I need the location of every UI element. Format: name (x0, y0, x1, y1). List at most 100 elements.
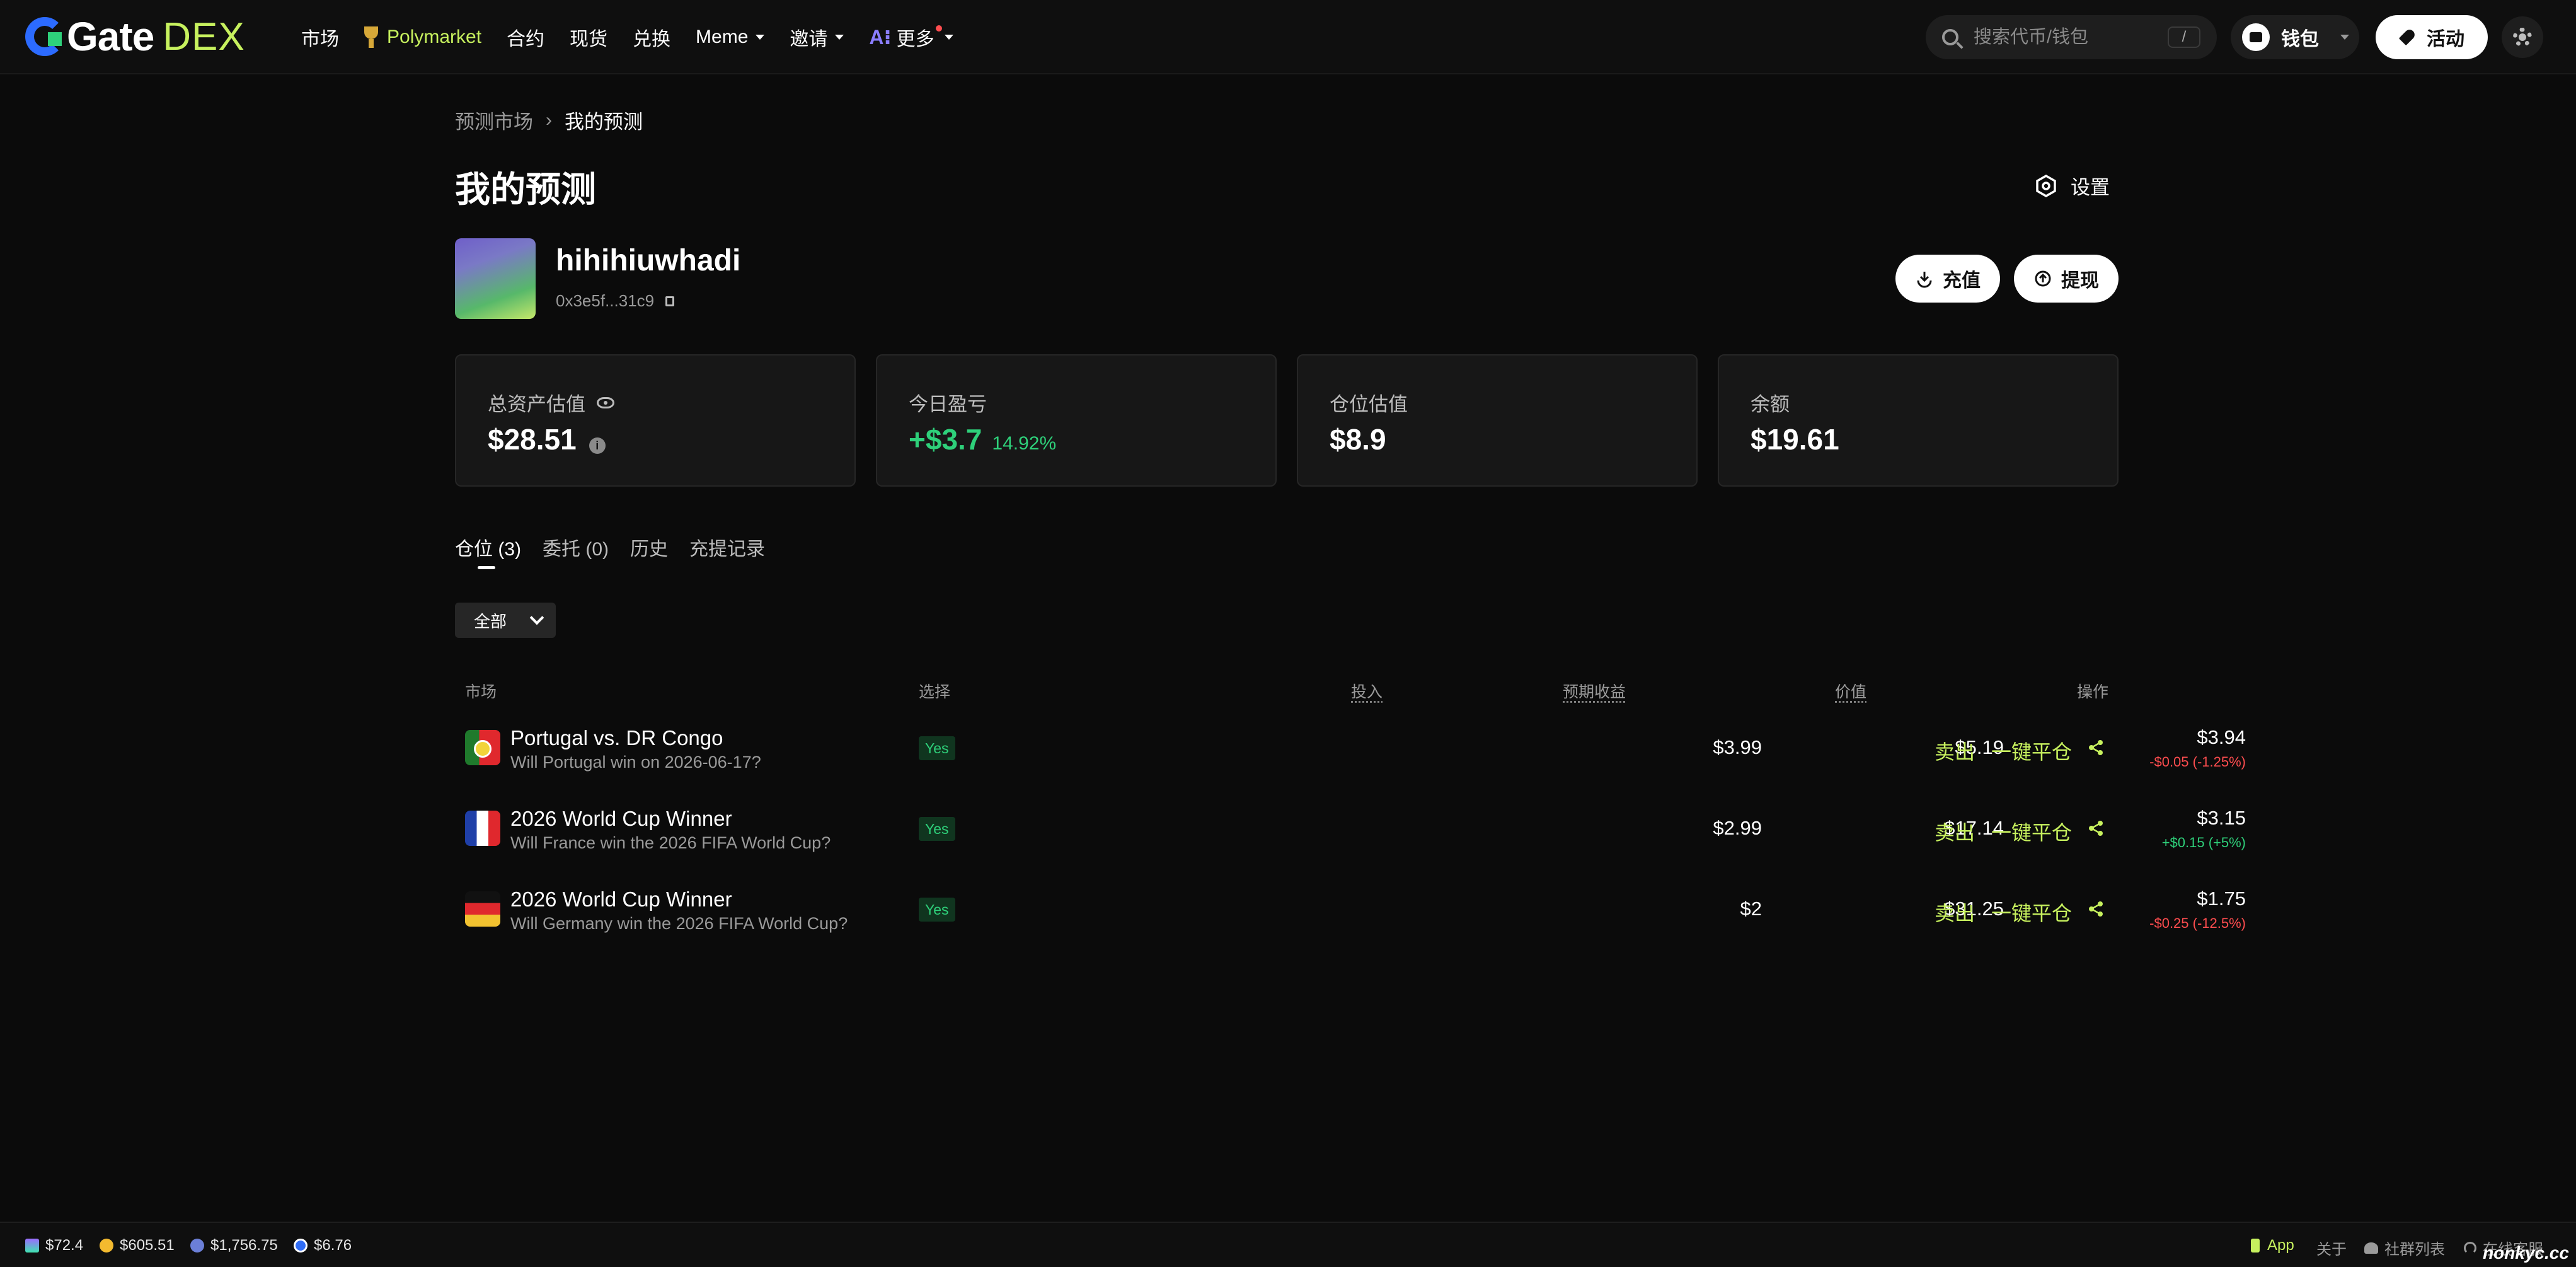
ticker-bnb[interactable]: $605.51 (100, 1237, 175, 1254)
wallet-label: 钱包 (2281, 29, 2319, 50)
share-icon[interactable] (2087, 739, 2105, 756)
copy-icon[interactable] (665, 296, 675, 306)
market-title[interactable]: 2026 World Cup Winner (510, 807, 732, 831)
trophy-icon (364, 26, 378, 48)
close-position-button[interactable]: 一键平仓 (1991, 736, 2072, 765)
share-icon[interactable] (2087, 819, 2105, 837)
invested-value: $2.99 (1713, 817, 1762, 839)
hexagon-settings-icon (2036, 174, 2056, 197)
community-label: 社群列表 (2384, 1241, 2445, 1258)
page-title: 我的预测 (455, 170, 596, 209)
table-row[interactable]: Portugal vs. DR Congo Will Portugal win … (455, 709, 2246, 789)
download-icon (1917, 272, 1932, 288)
username: hihihiuwhadi (556, 244, 741, 277)
table-row[interactable]: 2026 World Cup Winner Will Germany win t… (455, 870, 2246, 951)
stat-value-text: $28.51 (488, 423, 577, 456)
position-tabs: 仓位 (3) 委托 (0) 历史 充提记录 (455, 533, 786, 569)
avatar (455, 238, 536, 319)
ticker-sol[interactable]: $72.4 (25, 1237, 83, 1254)
position-value: $3.15 (2197, 807, 2246, 829)
solana-icon (25, 1239, 39, 1253)
share-icon[interactable] (2087, 900, 2105, 918)
gate-dex-logo[interactable]: Gate DEX (25, 14, 245, 59)
about-link[interactable]: 关于 (2316, 1237, 2347, 1259)
breadcrumb: 预测市场 › 我的预测 (455, 106, 643, 134)
stat-value: $28.51 i (488, 422, 606, 456)
top-navbar: Gate DEX 市场 Polymarket 合约 现货 兑换 Meme 邀请 … (0, 0, 2576, 74)
search-input[interactable] (1974, 26, 2163, 48)
header-invested[interactable]: 投入 (1351, 680, 1383, 702)
bnb-icon (100, 1239, 113, 1253)
chevron-down-icon (756, 35, 765, 40)
market-title[interactable]: Portugal vs. DR Congo (510, 726, 723, 750)
activity-label: 活动 (2427, 29, 2464, 50)
search-bar[interactable]: / (1926, 15, 2217, 59)
filter-label: 全部 (474, 611, 507, 631)
community-link[interactable]: 社群列表 (2364, 1237, 2445, 1259)
stat-label: 仓位估值 (1330, 393, 1408, 415)
info-icon[interactable]: i (589, 437, 606, 454)
upload-icon (2035, 270, 2051, 287)
nav-spot[interactable]: 现货 (570, 23, 607, 51)
breadcrumb-separator-icon: › (546, 109, 552, 130)
nav-more[interactable]: A⁝ 更多 (869, 23, 953, 51)
logo-dex-text: DEX (163, 14, 245, 59)
wallet-button[interactable]: 钱包 (2231, 15, 2359, 59)
ticker-value: $605.51 (120, 1237, 175, 1254)
tab-orders[interactable]: 委托 (0) (543, 533, 609, 561)
global-settings-button[interactable] (2502, 16, 2543, 58)
header-expected-return[interactable]: 预期收益 (1563, 680, 1626, 702)
main-nav: 市场 Polymarket 合约 现货 兑换 Meme 邀请 A⁝ 更多 (301, 0, 979, 74)
table-row[interactable]: 2026 World Cup Winner Will France win th… (455, 789, 2246, 870)
phone-icon (2251, 1239, 2260, 1253)
withdraw-button[interactable]: 提现 (2014, 255, 2119, 303)
nav-invite[interactable]: 邀请 (790, 23, 844, 51)
ticker-eth[interactable]: $1,756.75 (190, 1237, 278, 1254)
close-position-button[interactable]: 一键平仓 (1991, 817, 2072, 846)
tab-history[interactable]: 历史 (630, 533, 668, 561)
settings-button[interactable]: 设置 (2035, 171, 2110, 200)
ethereum-icon (190, 1239, 204, 1253)
sell-button[interactable]: 卖出 (1935, 736, 1975, 765)
wallet-icon (2242, 23, 2270, 51)
activity-button[interactable]: 活动 (2376, 15, 2488, 59)
sell-button[interactable]: 卖出 (1935, 898, 1975, 927)
stat-card-position-value: 仓位估值 $8.9 (1297, 354, 1698, 487)
nav-meme[interactable]: Meme (696, 26, 765, 48)
header-value[interactable]: 价值 (1835, 680, 1866, 702)
stat-label-text: 总资产估值 (488, 393, 585, 415)
sell-button[interactable]: 卖出 (1935, 817, 1975, 846)
ticker-value: $1,756.75 (210, 1237, 278, 1254)
search-icon (1942, 29, 1958, 45)
nav-invite-label: 邀请 (790, 29, 828, 50)
withdraw-label: 提现 (2061, 270, 2099, 291)
ticker-base[interactable]: $6.76 (294, 1237, 352, 1254)
germany-flag-icon (465, 891, 500, 927)
eye-icon[interactable] (597, 396, 614, 408)
stat-value: $19.61 (1751, 423, 1839, 456)
nav-futures[interactable]: 合约 (507, 23, 544, 51)
stat-value: $8.9 (1330, 423, 1386, 456)
headset-icon (2464, 1241, 2476, 1254)
settings-label: 设置 (2071, 176, 2110, 199)
filter-dropdown[interactable]: 全部 (455, 603, 556, 638)
choice-badge: Yes (919, 898, 955, 922)
market-title[interactable]: 2026 World Cup Winner (510, 888, 732, 911)
app-link[interactable]: App (2251, 1237, 2294, 1254)
header-action: 操作 (2077, 683, 2109, 701)
nav-swap[interactable]: 兑换 (633, 23, 670, 51)
market-question: Will Portugal win on 2026-06-17? (510, 753, 761, 772)
close-position-button[interactable]: 一键平仓 (1991, 898, 2072, 927)
ticker-value: $72.4 (45, 1237, 84, 1254)
stat-card-today-pnl: 今日盈亏 +$3.7 14.92% (876, 354, 1277, 487)
nav-polymarket[interactable]: Polymarket (364, 26, 481, 48)
nav-market[interactable]: 市场 (301, 23, 339, 51)
stat-card-balance: 余额 $19.61 (1718, 354, 2119, 487)
tab-positions[interactable]: 仓位 (3) (455, 533, 521, 569)
base-icon (294, 1239, 308, 1253)
value-change: -$0.05 (-1.25%) (2149, 754, 2246, 770)
stat-label: 总资产估值 (488, 388, 614, 417)
breadcrumb-prediction-market[interactable]: 预测市场 (455, 106, 533, 134)
tab-deposit-withdraw-records[interactable]: 充提记录 (689, 533, 765, 561)
deposit-button[interactable]: 充值 (1895, 255, 2000, 303)
